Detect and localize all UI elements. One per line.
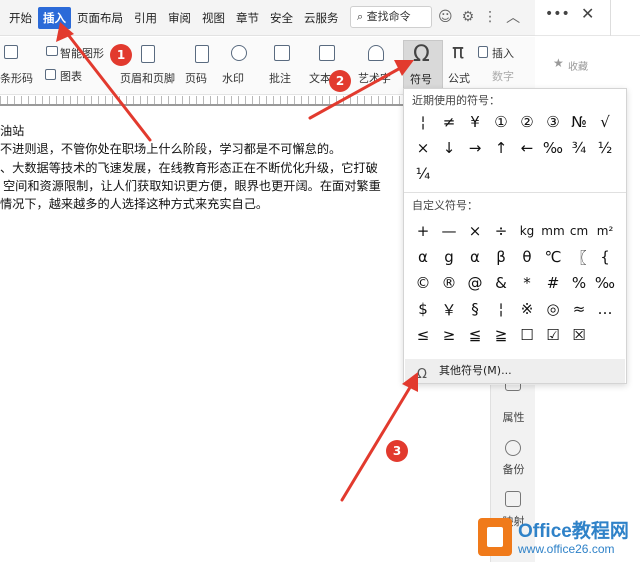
arrow-1-line — [64, 30, 152, 142]
arrow-2-head — [394, 60, 414, 76]
watermark-title: Office教程网 — [518, 521, 629, 542]
site-watermark: Office教程网 www.office26.com — [474, 512, 640, 562]
arrow-2-line — [308, 64, 406, 120]
annotation-arrows — [56, 22, 418, 502]
annotation-badge-3: 3 — [386, 440, 408, 462]
watermark-url: www.office26.com — [518, 542, 615, 556]
office-logo-icon — [478, 518, 512, 556]
annotation-badge-2: 2 — [329, 70, 351, 92]
annotation-badge-1: 1 — [110, 44, 132, 66]
